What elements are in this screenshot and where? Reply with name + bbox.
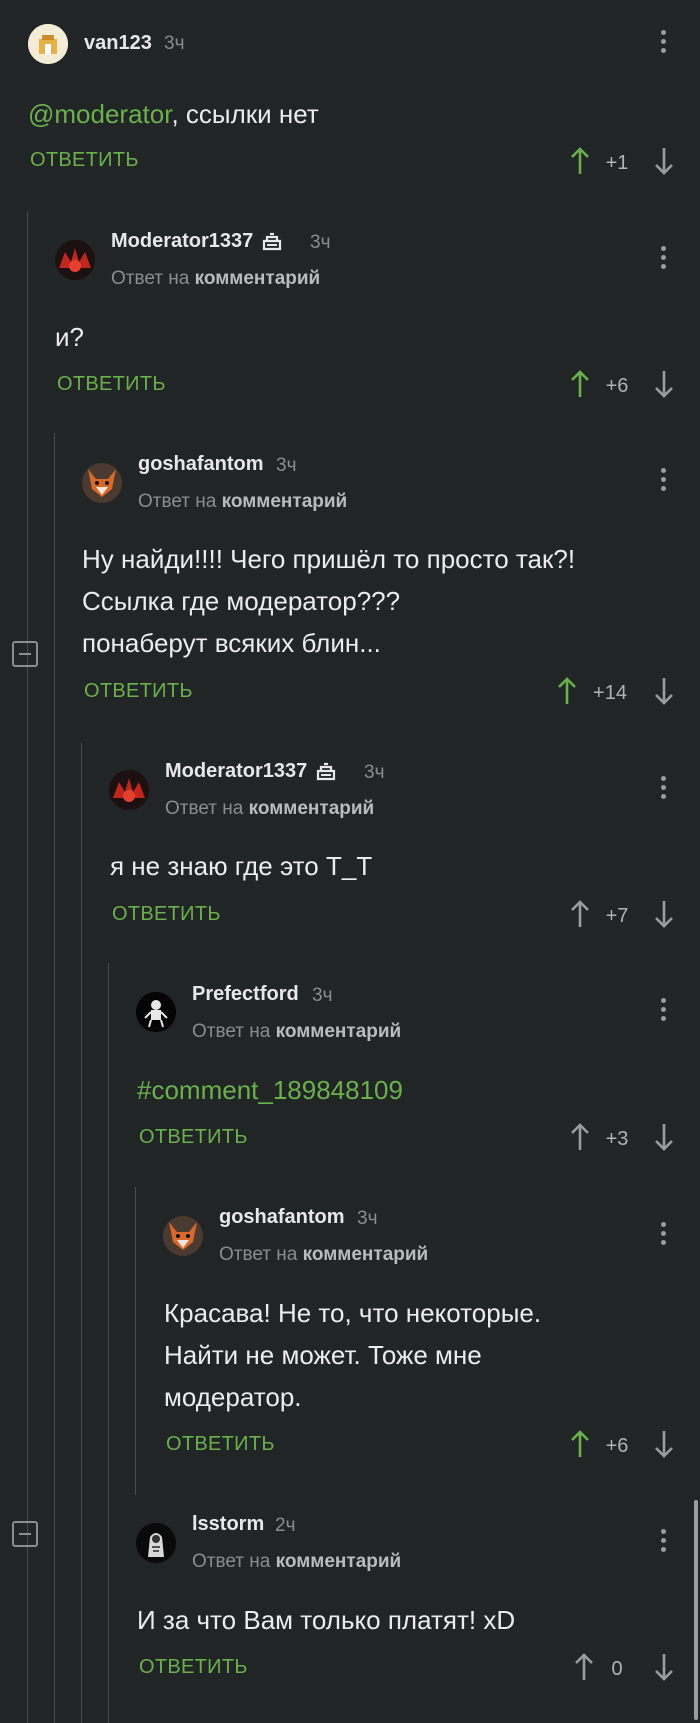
upvote-arrow-icon[interactable] [570,1429,590,1459]
score: +14 [593,682,627,704]
reply-to-link[interactable]: Ответ на комментарий [165,798,374,820]
score: +7 [605,905,629,927]
scrollbar[interactable] [694,1500,698,1720]
moderator-badge-icon [263,232,282,250]
comment-anchor-link[interactable]: #comment_189848109 [137,1075,403,1105]
comment-body: @moderator, ссылки нет [28,99,319,129]
upvote-arrow-icon[interactable] [570,1122,590,1152]
username[interactable]: Prefectford [192,983,299,1006]
comment-body: #comment_189848109 [137,1069,403,1111]
username[interactable]: lsstorm [192,1513,264,1536]
username[interactable]: goshafantom [138,453,264,476]
comment-body: Красава! Не то, что некоторые. Найти не … [164,1298,542,1412]
avatar[interactable] [28,24,68,64]
downvote-arrow-icon[interactable] [654,1652,674,1682]
reply-button[interactable]: ОТВЕТИТЬ [57,373,166,396]
reply-button[interactable]: ОТВЕТИТЬ [30,149,139,172]
more-options-icon[interactable] [661,776,667,803]
downvote-arrow-icon[interactable] [654,146,674,176]
avatar[interactable] [82,463,122,503]
timestamp: 2ч [275,1515,296,1536]
avatar[interactable] [136,1523,176,1563]
collapse-thread-button[interactable] [12,1521,38,1547]
collapse-thread-button[interactable] [12,641,38,667]
reply-to-link[interactable]: Ответ на комментарий [192,1021,401,1043]
timestamp: 3ч [312,985,333,1006]
avatar[interactable] [109,770,149,810]
avatar[interactable] [163,1216,203,1256]
vote-controls: +3 [570,1122,680,1156]
thread-line-1 [27,212,28,1723]
reply-to-link[interactable]: Ответ на комментарий [111,268,320,290]
timestamp: 3ч [276,455,297,476]
moderator-badge-icon [317,762,336,780]
avatar[interactable] [55,240,95,280]
reply-to-link[interactable]: Ответ на комментарий [192,1551,401,1573]
mention-link[interactable]: @moderator [28,99,171,129]
username[interactable]: Moderator1337 [111,230,283,253]
more-options-icon[interactable] [661,1222,667,1249]
score: +6 [605,1435,629,1457]
more-options-icon[interactable] [661,246,667,273]
vote-controls: +6 [570,1429,680,1463]
username[interactable]: van123 [84,32,152,55]
timestamp: 3ч [164,33,185,54]
avatar[interactable] [136,992,176,1032]
upvote-arrow-icon[interactable] [570,146,590,176]
downvote-arrow-icon[interactable] [654,676,674,706]
comment-body: Ну найди!!!! Чего пришёл то просто так?!… [82,544,576,658]
thread-line-2 [54,433,55,1723]
upvote-arrow-icon[interactable] [557,676,577,706]
timestamp: 3ч [364,762,385,783]
timestamp: 3ч [357,1208,378,1229]
vote-controls: +6 [570,369,680,403]
reply-button[interactable]: ОТВЕТИТЬ [139,1126,248,1149]
downvote-arrow-icon[interactable] [654,899,674,929]
comment-body: и? [55,322,84,352]
vote-controls: +7 [570,899,680,933]
timestamp: 3ч [310,232,331,253]
comment-body: я не знаю где это Т_Т [110,851,373,881]
comment-body: И за что Вам только платят! xD [137,1605,516,1635]
thread-line-5 [135,1187,136,1495]
username[interactable]: Moderator1337 [165,760,337,783]
reply-to-link[interactable]: Ответ на комментарий [138,491,347,513]
reply-button[interactable]: ОТВЕТИТЬ [166,1433,275,1456]
vote-controls: +1 [570,146,680,180]
more-options-icon[interactable] [661,998,667,1025]
upvote-arrow-icon[interactable] [570,899,590,929]
score: +1 [605,152,629,174]
upvote-arrow-icon[interactable] [570,369,590,399]
reply-button[interactable]: ОТВЕТИТЬ [139,1656,248,1679]
username[interactable]: goshafantom [219,1206,345,1229]
downvote-arrow-icon[interactable] [654,1122,674,1152]
vote-controls: +14 [557,676,680,710]
reply-button[interactable]: ОТВЕТИТЬ [84,680,193,703]
thread-line-4 [108,963,109,1723]
downvote-arrow-icon[interactable] [654,369,674,399]
score: +3 [605,1128,629,1150]
vote-controls: 0 [574,1652,680,1686]
score: +6 [605,375,629,397]
thread-line-3 [81,743,82,1723]
score: 0 [611,1658,623,1680]
more-options-icon[interactable] [661,30,667,57]
more-options-icon[interactable] [661,1529,667,1556]
more-options-icon[interactable] [661,468,667,495]
reply-to-link[interactable]: Ответ на комментарий [219,1244,428,1266]
reply-button[interactable]: ОТВЕТИТЬ [112,903,221,926]
upvote-arrow-icon[interactable] [574,1652,594,1682]
downvote-arrow-icon[interactable] [654,1429,674,1459]
